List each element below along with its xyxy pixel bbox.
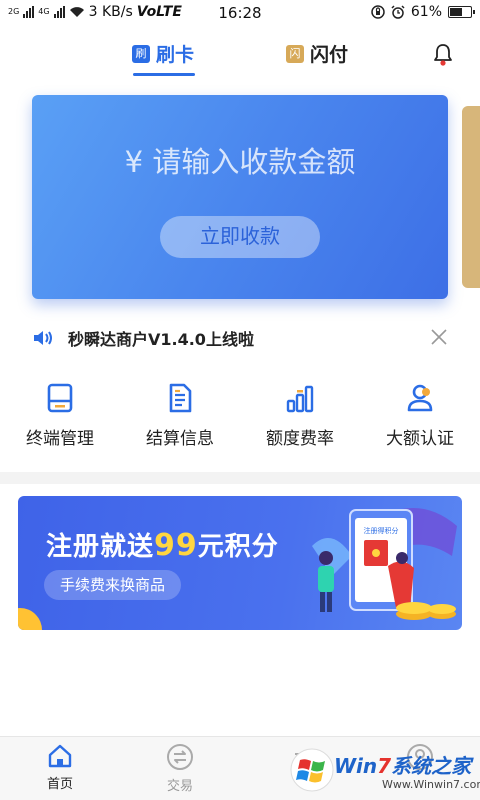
user-verify-icon: [407, 384, 433, 412]
banner-title-post: 元积分: [197, 532, 279, 562]
battery-fill: [450, 8, 462, 16]
next-card-peek[interactable]: [462, 106, 480, 288]
tab-swipe-card[interactable]: 刷 刷卡: [132, 40, 194, 67]
quick-actions: 终端管理 结算信息 额度费率 大额认证: [0, 380, 480, 460]
watermark-brand-post: 系统之家: [391, 754, 472, 778]
battery-icon: [448, 6, 475, 18]
section-divider: [0, 472, 480, 484]
top-tabs: 刷 刷卡 闪 闪付: [0, 30, 480, 80]
banner-title: 注册就送99元积分: [46, 526, 279, 563]
document-icon: [169, 383, 192, 413]
flash-pay-icon: 闪: [286, 44, 304, 63]
status-right: 61%: [371, 4, 475, 20]
collect-now-button[interactable]: 立即收款: [160, 216, 320, 258]
promo-banner[interactable]: 注册就送99元积分 手续费来换商品 注册得积分: [18, 496, 462, 630]
banner-illustration: 注册得积分: [312, 508, 457, 620]
tab-flash-pay[interactable]: 闪 闪付: [286, 40, 348, 67]
banner-phone-text: 注册得积分: [364, 526, 399, 535]
amount-input-prompt[interactable]: ¥ 请输入收款金额: [32, 139, 448, 181]
bar-chart-icon: [286, 385, 314, 413]
nav-home-label: 首页: [46, 777, 73, 792]
active-tab-indicator: [133, 73, 195, 76]
alarm-icon: [391, 5, 405, 19]
watermark-url: Www.Winwin7.com: [382, 778, 480, 791]
bell-icon[interactable]: [432, 42, 454, 66]
exchange-icon: [167, 744, 193, 770]
speaker-icon: [34, 331, 52, 345]
swipe-card-icon: 刷: [132, 44, 150, 63]
nav-trade[interactable]: 交易: [140, 743, 220, 794]
watermark-brand-num: 7: [377, 754, 392, 778]
quick-action-quota[interactable]: 额度费率: [240, 380, 360, 449]
quick-action-terminal-label: 终端管理: [26, 429, 94, 449]
banner-subtitle: 手续费来换商品: [44, 570, 182, 600]
banner-decoration: [18, 608, 42, 630]
status-bar: 2G 4G 3 KB/s VoLTE 16:28 61%: [0, 0, 480, 26]
quick-action-verify-label: 大额认证: [386, 429, 454, 449]
nav-home[interactable]: 首页: [20, 743, 100, 792]
watermark-brand-pre: Win: [334, 754, 378, 778]
windows-logo: [290, 748, 334, 792]
notice-text: 秒瞬达商户V1.4.0上线啦: [68, 330, 254, 349]
quick-action-verify[interactable]: 大额认证: [360, 380, 480, 449]
amount-card[interactable]: ¥ 请输入收款金额 立即收款: [32, 95, 448, 299]
tab-flash-pay-label: 闪付: [310, 44, 349, 66]
battery-percent: 61%: [410, 4, 442, 20]
terminal-icon: [47, 383, 73, 413]
nav-trade-label: 交易: [166, 779, 193, 794]
close-icon[interactable]: [430, 328, 448, 346]
tab-swipe-card-label: 刷卡: [156, 44, 195, 66]
banner-title-number: 99: [154, 528, 198, 563]
notice-bar[interactable]: 秒瞬达商户V1.4.0上线啦: [32, 324, 450, 352]
quick-action-terminal[interactable]: 终端管理: [0, 380, 120, 449]
home-icon: [48, 744, 72, 768]
quick-action-settlement-label: 结算信息: [146, 429, 214, 449]
watermark-brand: Win7系统之家: [334, 750, 471, 779]
quick-action-quota-label: 额度费率: [266, 429, 334, 449]
rotation-lock-icon: [371, 5, 385, 19]
quick-action-settlement[interactable]: 结算信息: [120, 380, 240, 449]
banner-title-pre: 注册就送: [46, 532, 155, 562]
watermark: Win7系统之家 Www.Winwin7.com: [290, 744, 480, 800]
